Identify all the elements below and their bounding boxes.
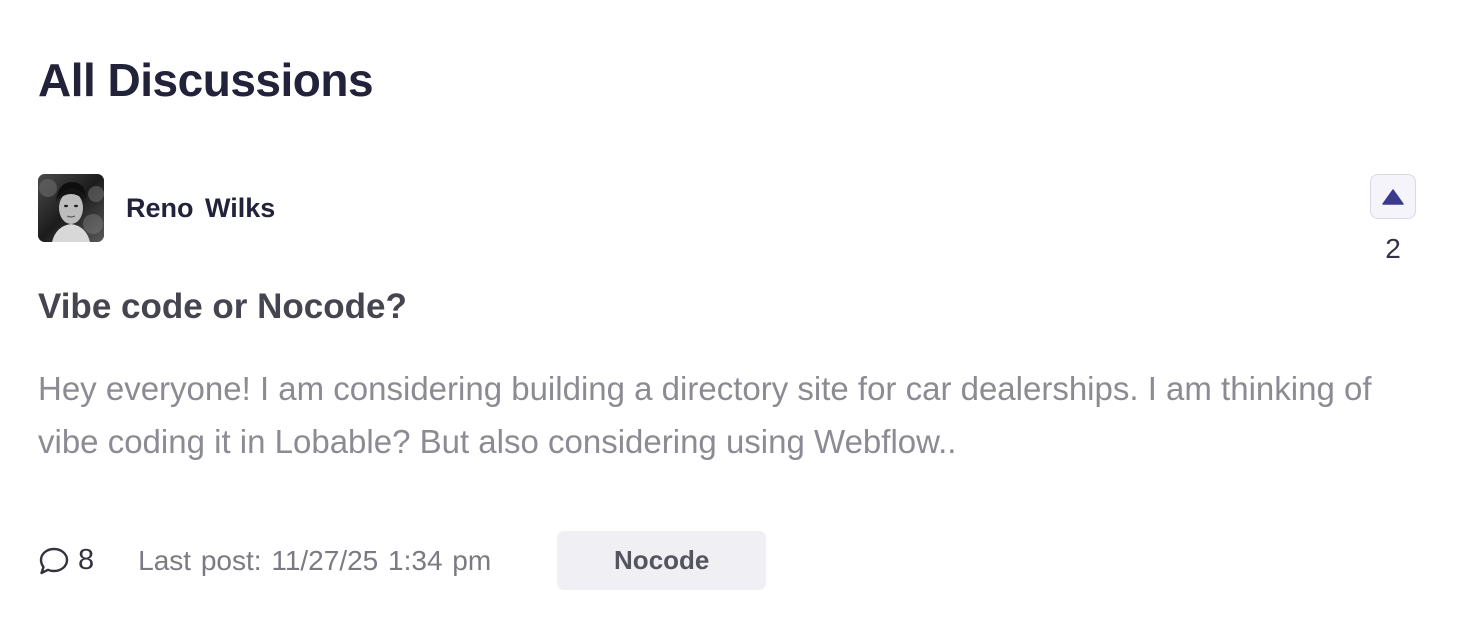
triangle-up-icon: [1382, 188, 1404, 205]
last-post-timestamp: Last post: 11/27/25 1:34 pm: [138, 544, 492, 576]
post-meta: 8 Last post: 11/27/25 1:34 pm Nocode: [38, 531, 767, 590]
vote-count: 2: [1385, 233, 1401, 264]
avatar: [38, 174, 104, 242]
post-author[interactable]: Reno Wilks: [38, 174, 275, 242]
post-title[interactable]: Vibe code or Nocode?: [38, 285, 407, 329]
comments-link[interactable]: 8: [38, 544, 94, 577]
tag-nocode[interactable]: Nocode: [557, 531, 767, 590]
author-name[interactable]: Reno Wilks: [126, 193, 275, 224]
post-excerpt: Hey everyone! I am considering building …: [38, 370, 1372, 460]
page-title: All Discussions: [38, 54, 374, 106]
chat-bubble-icon: [39, 547, 69, 574]
comment-count: 8: [78, 544, 95, 576]
vote-widget: 2: [1370, 174, 1416, 265]
upvote-button[interactable]: [1370, 174, 1416, 219]
discussions-page: All Discussions Reno Wilks 2 Vibe code o…: [0, 0, 1464, 632]
